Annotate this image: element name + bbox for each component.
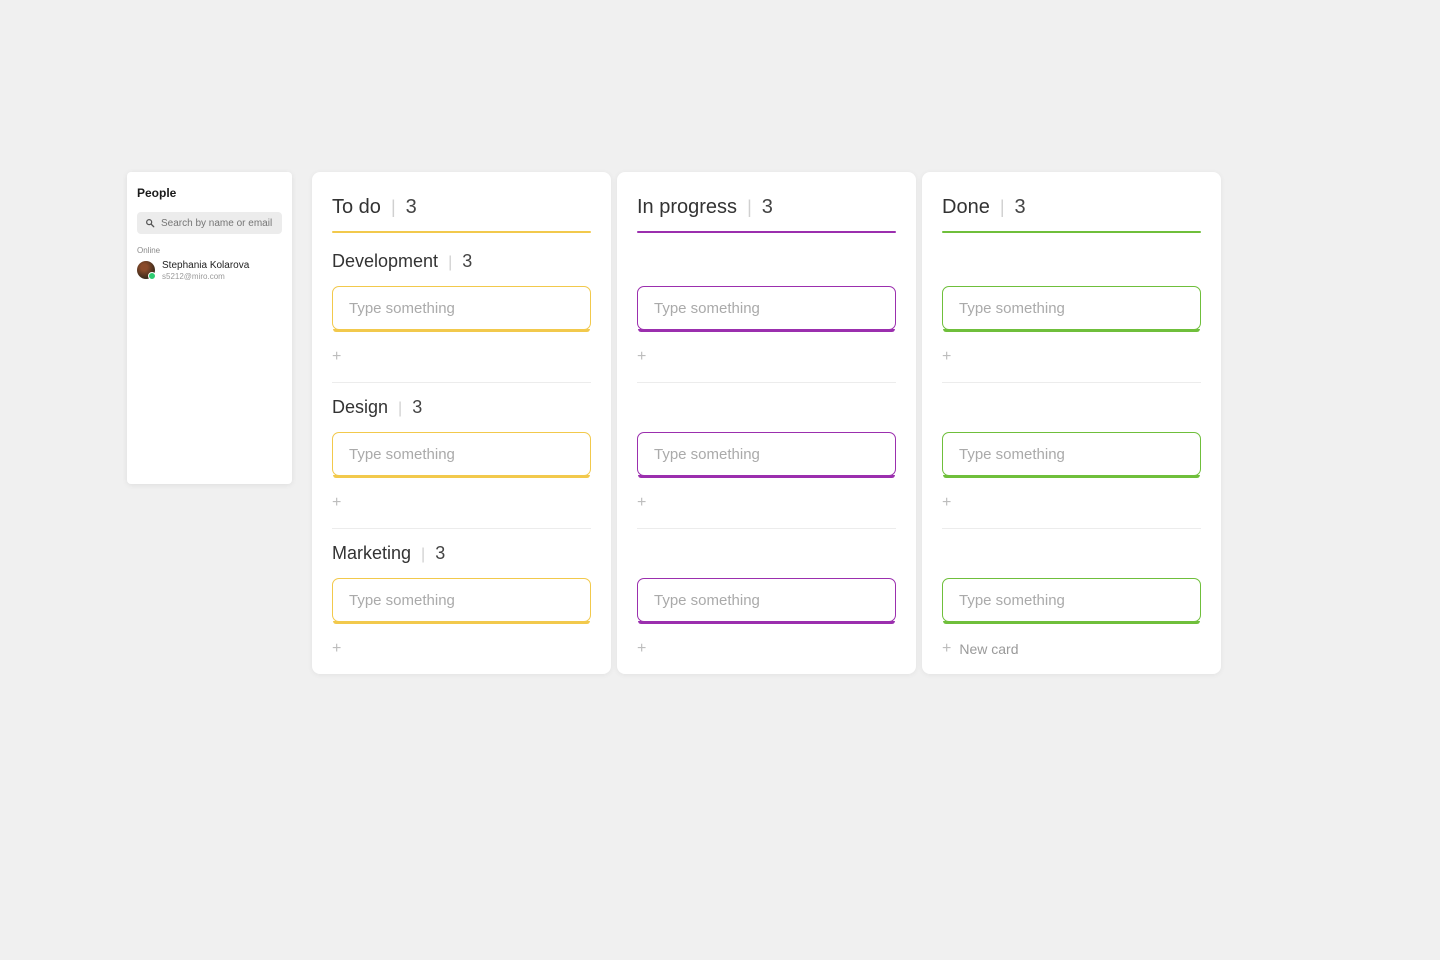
card-input[interactable] (654, 446, 879, 463)
divider-icon: | (1000, 197, 1005, 218)
card-input[interactable] (959, 300, 1184, 317)
card-input[interactable] (654, 300, 879, 317)
section-divider (942, 528, 1201, 529)
plus-icon: + (637, 641, 646, 657)
section-divider (637, 382, 896, 383)
card[interactable] (942, 432, 1201, 476)
add-card-button[interactable]: + (332, 494, 591, 512)
column-accent-line (942, 231, 1201, 233)
search-input[interactable] (161, 218, 274, 229)
section-count: 3 (412, 397, 422, 418)
people-panel: People Online Stephania Kolarova s5212@m… (127, 172, 292, 484)
column-header: In progress | 3 (637, 196, 896, 219)
add-card-button[interactable]: + (942, 348, 1201, 366)
divider-icon: | (421, 546, 425, 564)
column-in-progress: In progress | 3 . + . + . (617, 172, 916, 674)
column-accent-line (332, 231, 591, 233)
card-input[interactable] (959, 592, 1184, 609)
section-title: Development (332, 251, 438, 272)
column-todo: To do | 3 Development | 3 + Design (312, 172, 611, 674)
new-card-label: New card (959, 641, 1018, 657)
column-title: Done (942, 196, 990, 219)
card[interactable] (332, 578, 591, 622)
section-header-development: Development | 3 (332, 251, 591, 272)
column-accent-line (637, 231, 896, 233)
divider-icon: | (398, 400, 402, 418)
column-count: 3 (406, 196, 417, 219)
plus-icon: + (942, 349, 951, 365)
search-icon (145, 218, 155, 228)
column-count: 3 (762, 196, 773, 219)
section-divider (332, 528, 591, 529)
card-input[interactable] (654, 592, 879, 609)
column-done: Done | 3 . + . + . (922, 172, 1221, 674)
section-count: 3 (435, 543, 445, 564)
new-card-button[interactable]: + New card (942, 640, 1201, 658)
add-card-button[interactable]: + (942, 494, 1201, 512)
column-title: To do (332, 196, 381, 219)
card[interactable] (637, 286, 896, 330)
add-card-button[interactable]: + (637, 640, 896, 658)
section-divider (942, 382, 1201, 383)
card-input[interactable] (959, 446, 1184, 463)
people-title: People (137, 186, 282, 200)
user-name: Stephania Kolarova (162, 260, 249, 272)
card-input[interactable] (349, 446, 574, 463)
add-card-button[interactable]: + (332, 640, 591, 658)
user-meta: Stephania Kolarova s5212@miro.com (162, 260, 249, 281)
section-count: 3 (462, 251, 472, 272)
card[interactable] (332, 286, 591, 330)
plus-icon: + (332, 495, 341, 511)
divider-icon: | (747, 197, 752, 218)
user-email: s5212@miro.com (162, 272, 249, 281)
section-header-design: Design | 3 (332, 397, 591, 418)
online-section-label: Online (137, 246, 282, 255)
column-count: 3 (1015, 196, 1026, 219)
column-header: Done | 3 (942, 196, 1201, 219)
section-title: Design (332, 397, 388, 418)
card-input[interactable] (349, 300, 574, 317)
plus-icon: + (332, 349, 341, 365)
divider-icon: | (448, 254, 452, 272)
plus-icon: + (637, 495, 646, 511)
card[interactable] (637, 578, 896, 622)
user-row[interactable]: Stephania Kolarova s5212@miro.com (137, 260, 282, 281)
add-card-button[interactable]: + (637, 494, 896, 512)
people-search-box[interactable] (137, 212, 282, 234)
column-title: In progress (637, 196, 737, 219)
section-title: Marketing (332, 543, 411, 564)
plus-icon: + (637, 349, 646, 365)
card[interactable] (942, 286, 1201, 330)
plus-icon: + (332, 641, 341, 657)
plus-icon: + (942, 641, 951, 657)
add-card-button[interactable]: + (332, 348, 591, 366)
section-header-marketing: Marketing | 3 (332, 543, 591, 564)
card[interactable] (637, 432, 896, 476)
divider-icon: | (391, 197, 396, 218)
column-header: To do | 3 (332, 196, 591, 219)
card-input[interactable] (349, 592, 574, 609)
card[interactable] (942, 578, 1201, 622)
plus-icon: + (942, 495, 951, 511)
section-divider (637, 528, 896, 529)
kanban-board: To do | 3 Development | 3 + Design (312, 172, 1221, 674)
section-divider (332, 382, 591, 383)
card[interactable] (332, 432, 591, 476)
add-card-button[interactable]: + (637, 348, 896, 366)
avatar (137, 261, 155, 279)
